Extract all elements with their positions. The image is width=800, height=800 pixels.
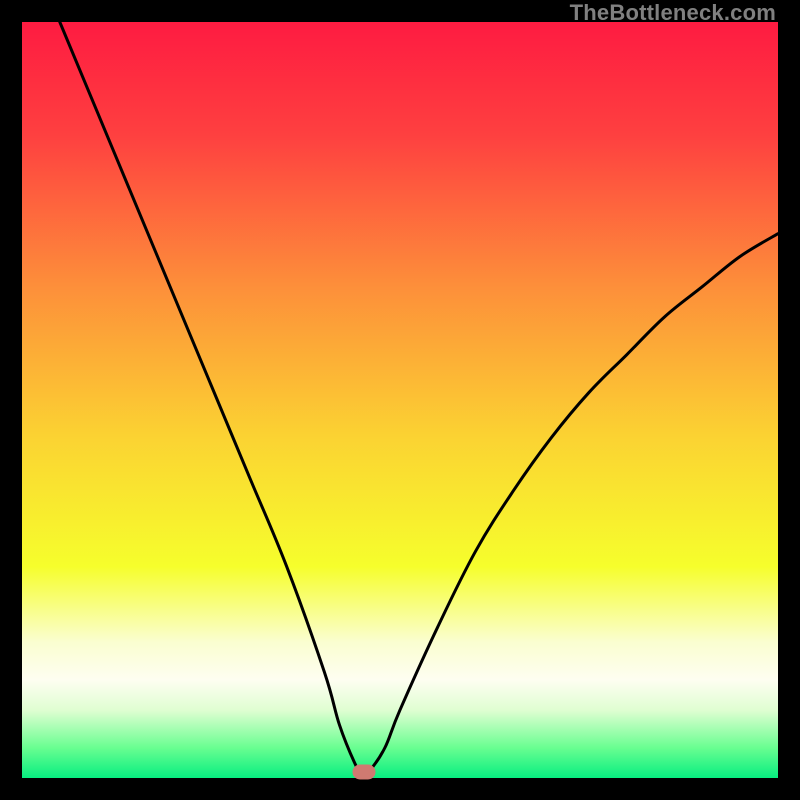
gradient-background bbox=[22, 22, 778, 778]
bottleneck-chart bbox=[22, 22, 778, 778]
optimal-point-marker bbox=[352, 764, 375, 779]
watermark-text: TheBottleneck.com bbox=[570, 0, 776, 26]
chart-frame bbox=[22, 22, 778, 778]
